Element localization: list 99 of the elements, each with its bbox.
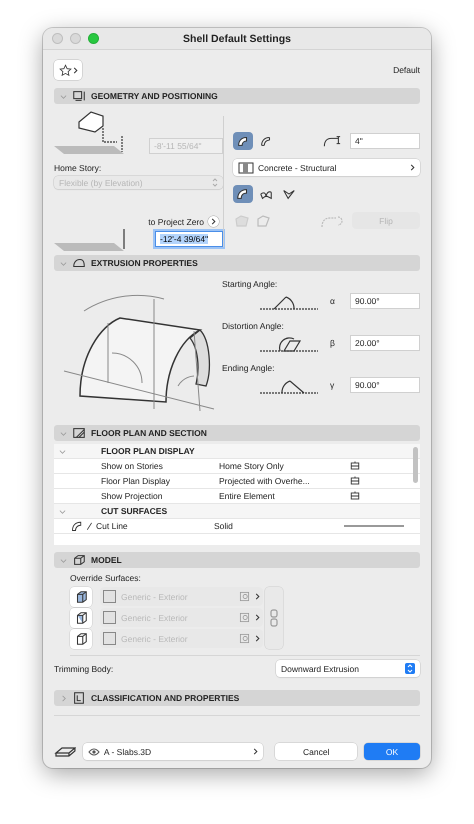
chevron-icon[interactable]	[60, 92, 67, 100]
composite-shell-icon	[259, 134, 273, 148]
window-title: Shell Default Settings	[182, 32, 292, 44]
angle-field[interactable]: 90.00°	[350, 293, 420, 309]
table-group-row[interactable]: CUT SURFACES	[54, 504, 420, 519]
material-picker-icon	[239, 612, 250, 623]
angle-symbol: β	[330, 338, 336, 348]
layer-dropdown[interactable]: A - Slabs.3D	[82, 743, 264, 760]
structure-option[interactable]	[233, 132, 253, 150]
section-header[interactable]: GEOMETRY AND POSITIONING	[54, 88, 420, 104]
thickness-field[interactable]: 4"	[350, 133, 420, 149]
chevron-icon	[255, 614, 260, 621]
surface-swatch	[103, 611, 116, 624]
chevron-icon[interactable]	[60, 260, 67, 266]
angle-label: Distortion Angle:	[222, 321, 285, 331]
material-picker-icon	[239, 591, 250, 602]
chevron-icon[interactable]	[59, 508, 66, 514]
chevron-icon	[255, 635, 260, 642]
stepper-icon	[405, 663, 415, 674]
table-group-row[interactable]: FLOOR PLAN DISPLAY	[54, 444, 420, 459]
section-header[interactable]: EXTRUSION PROPERTIES	[54, 255, 420, 271]
chevron-icon	[253, 748, 258, 755]
cancel-button[interactable]: Cancel	[275, 743, 358, 760]
surface-side-icon	[74, 610, 88, 624]
ruled-shell-icon	[282, 187, 296, 201]
section-header[interactable]: MODEL	[54, 552, 420, 568]
property-value: Projected with Overhe...	[219, 476, 311, 486]
property-value: Home Story Only	[219, 461, 285, 471]
chevron-icon[interactable]	[60, 556, 67, 564]
section-header[interactable]: FLOOR PLAN AND SECTION	[54, 425, 420, 441]
property-name: Cut Line	[96, 521, 129, 531]
angle-symbol: α	[330, 296, 336, 306]
chevron-icon	[410, 164, 415, 171]
angle-symbol: γ	[330, 380, 336, 390]
property-name: Floor Plan Display	[101, 476, 171, 486]
floor-plan-icon	[72, 426, 86, 440]
surface-swatch	[103, 590, 116, 603]
material-dropdown[interactable]: Concrete - Structural	[233, 159, 420, 176]
shell-type-option[interactable]	[233, 185, 253, 203]
scroll-bar[interactable]	[413, 447, 418, 483]
surface-swatch	[103, 632, 116, 645]
surface-button[interactable]	[70, 628, 92, 648]
chevron-icon[interactable]	[60, 430, 67, 436]
display-option-icon	[349, 475, 361, 487]
surface-button[interactable]	[70, 608, 92, 628]
table-row[interactable]: Show on Stories Home Story Only	[54, 459, 420, 474]
basic-shell-icon	[236, 134, 250, 148]
model-icon	[72, 553, 86, 567]
chevron-icon	[211, 218, 216, 225]
eye-icon	[88, 748, 100, 756]
table-row[interactable]: Show Projection Entire Element	[54, 489, 420, 504]
chevron-icon	[255, 593, 260, 600]
override-label: Override Surfaces:	[70, 573, 142, 583]
group-title: CUT SURFACES	[101, 506, 168, 516]
close-button[interactable]	[52, 33, 63, 44]
angle-label: Starting Angle:	[222, 279, 278, 289]
minimize-button[interactable]	[70, 33, 81, 44]
reference-label: to Project Zero	[148, 216, 204, 226]
reference-button[interactable]	[208, 216, 219, 227]
home-story-label: Home Story:	[54, 163, 102, 173]
angle-field[interactable]: 20.00°	[350, 335, 420, 351]
document-icon	[72, 691, 86, 705]
property-value: Entire Element	[219, 491, 276, 501]
surface-side-icon	[74, 632, 88, 646]
chain-link-icon	[269, 608, 279, 628]
trimming-dropdown[interactable]: Downward Extrusion	[276, 660, 420, 677]
display-option-icon	[349, 460, 361, 472]
extrusion-icon	[72, 256, 86, 270]
zoom-button[interactable]	[88, 33, 99, 44]
favorites-button[interactable]	[54, 60, 82, 80]
angle-field[interactable]: 90.00°	[350, 377, 420, 393]
chevron-icon[interactable]	[59, 448, 66, 454]
line-sample-icon	[344, 524, 404, 528]
ok-button[interactable]: OK	[364, 743, 420, 760]
property-name: Show on Stories	[101, 461, 164, 471]
chevron-icon[interactable]	[60, 694, 67, 702]
angle-label: Ending Angle:	[222, 363, 276, 373]
property-value: Solid	[214, 521, 234, 531]
surface-button[interactable]	[70, 586, 92, 606]
geometry-icon	[72, 89, 86, 103]
group-title: FLOOR PLAN DISPLAY	[101, 446, 196, 456]
star-icon	[58, 64, 72, 76]
property-name: Show Projection	[101, 491, 164, 501]
display-option-icon	[349, 490, 361, 502]
preset-label: Default	[393, 65, 420, 75]
shell-outline-icon	[71, 520, 83, 532]
trimming-label: Trimming Body:	[54, 664, 114, 674]
chevron-icon	[72, 66, 78, 74]
material-icon	[238, 162, 254, 174]
extruded-shell-icon	[236, 187, 250, 201]
elevation-field[interactable]: -12'-4 39/64"	[155, 231, 223, 247]
table-row[interactable]: Cut Line Solid	[54, 519, 420, 534]
material-picker-icon	[239, 633, 250, 644]
link-button[interactable]	[265, 586, 283, 648]
stepper-icon	[212, 178, 218, 187]
contour-icon	[233, 212, 251, 228]
table-row[interactable]: Floor Plan Display Projected with Overhe...	[54, 474, 420, 489]
section-header[interactable]: CLASSIFICATION AND PROPERTIES	[54, 690, 420, 706]
surface-side-icon	[74, 590, 88, 604]
